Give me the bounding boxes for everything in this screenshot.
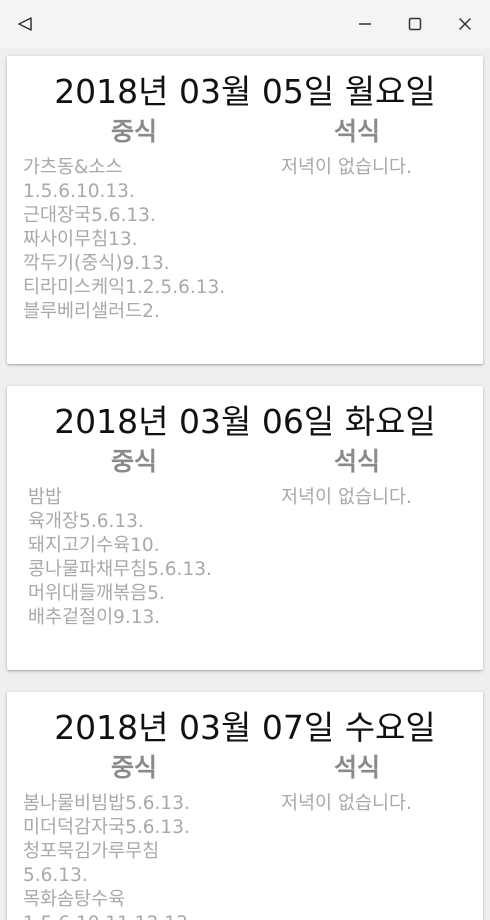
menu-item: 블루베리샐러드2. [23,301,160,322]
dinner-header: 석식 [333,447,380,476]
menu-item: 육개장5.6.13. [28,511,144,532]
menu-item: 콩나물파채무침5.6.13. [28,559,212,580]
lunch-header: 중식 [110,447,157,476]
lunch-menu: 가츠동&소스 1.5.6.10.13. 근대장국5.6.13. 짜사이무침13.… [23,156,273,324]
dinner-menu: 저녁이 없습니다. [281,156,412,180]
close-icon[interactable] [450,9,480,39]
lunch-header: 중식 [110,753,157,782]
menu-item: 미더덕감자국5.6.13. [23,817,190,838]
maximize-icon[interactable] [400,9,430,39]
card-date: 2018년 03월 07일 수요일 [54,708,436,747]
dinner-header: 석식 [333,753,380,782]
menu-item: 봄나물비빔밥5.6.13. [23,793,190,814]
menu-item: 배추겉절이9.13. [28,607,161,628]
menu-item: 가츠동&소스 [23,157,123,178]
menu-item: 저녁이 없습니다. [281,487,412,508]
lunch-header: 중식 [110,117,157,146]
lunch-menu: 봄나물비빔밥5.6.13. 미더덕감자국5.6.13. 청포묵김가루무침 5.6… [23,792,273,920]
menu-item: 머위대들깨볶음5. [28,583,165,604]
meal-card-list[interactable]: 2018년 03월 05일 월요일 중식 석식 가츠동&소스 1.5.6.10.… [0,48,490,920]
meal-card: 2018년 03월 07일 수요일 중식 석식 봄나물비빔밥5.6.13. 미더… [7,692,483,920]
menu-item: 돼지고기수육10. [28,535,160,556]
menu-item: 깍두기(중식)9.13. [23,253,170,274]
meal-card: 2018년 03월 06일 화요일 중식 석식 밤밥 육개장5.6.13. 돼지… [7,386,483,670]
dinner-header: 석식 [333,117,380,146]
menu-item: 1.5.6.10.13. [23,181,135,202]
lunch-menu: 밤밥 육개장5.6.13. 돼지고기수육10. 콩나물파채무침5.6.13. 머… [28,486,278,630]
menu-item: 1.5.6.10.11.12.13. [23,912,273,920]
dinner-menu: 저녁이 없습니다. [281,792,412,816]
menu-item: 근대장국5.6.13. [23,205,156,226]
card-date: 2018년 03월 05일 월요일 [54,72,436,111]
menu-item: 밤밥 [28,487,63,508]
dinner-menu: 저녁이 없습니다. [281,486,412,510]
menu-item: 저녁이 없습니다. [281,793,412,814]
window-title-bar [0,0,490,48]
menu-item: 5.6.13. [23,865,88,886]
menu-item: 목화솜탕수육 [23,889,126,910]
card-date: 2018년 03월 06일 화요일 [54,402,436,441]
menu-item: 짜사이무침13. [23,229,138,250]
back-triangle-icon[interactable] [10,9,40,39]
menu-item: 티라미스케익1.2.5.6.13. [23,277,226,298]
menu-item: 청포묵김가루무침 [23,841,160,862]
menu-item: 저녁이 없습니다. [281,157,412,178]
minimize-icon[interactable] [350,9,380,39]
meal-card: 2018년 03월 05일 월요일 중식 석식 가츠동&소스 1.5.6.10.… [7,56,483,364]
